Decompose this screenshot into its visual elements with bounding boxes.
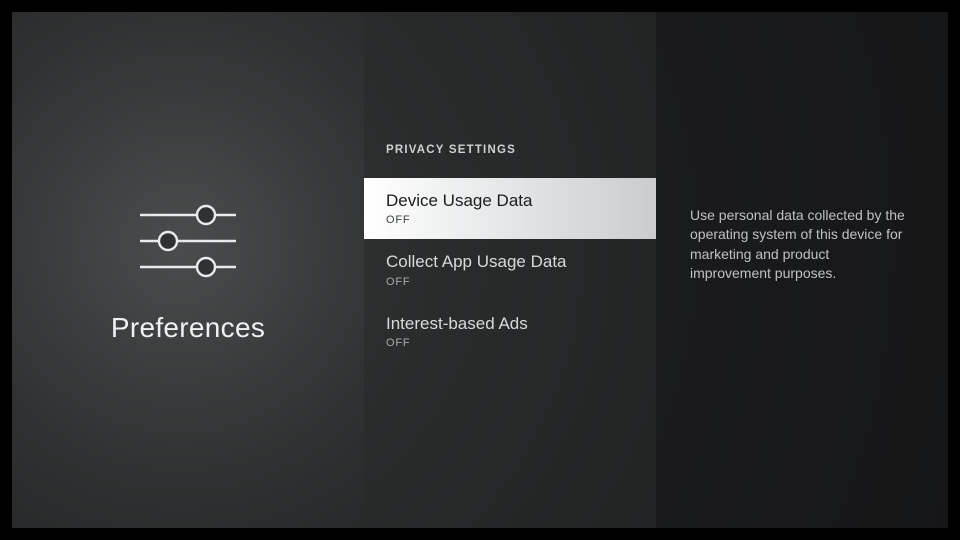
menu-item-title: Interest-based Ads (386, 313, 634, 334)
menu-item-collect-app-usage-data[interactable]: Collect App Usage Data OFF (364, 239, 656, 300)
description-panel: Use personal data collected by the opera… (656, 12, 948, 528)
menu-item-device-usage-data[interactable]: Device Usage Data OFF (364, 178, 656, 239)
menu-item-status: OFF (386, 276, 634, 288)
section-heading: PRIVACY SETTINGS (364, 144, 656, 178)
settings-list-panel: PRIVACY SETTINGS Device Usage Data OFF C… (364, 12, 656, 528)
settings-screen: Preferences PRIVACY SETTINGS Device Usag… (12, 12, 948, 528)
menu-item-status: OFF (386, 214, 634, 226)
menu-item-interest-based-ads[interactable]: Interest-based Ads OFF (364, 301, 656, 362)
left-panel: Preferences (12, 12, 364, 528)
menu-item-status: OFF (386, 337, 634, 349)
menu-item-title: Collect App Usage Data (386, 251, 634, 272)
sliders-icon (136, 202, 240, 280)
item-description: Use personal data collected by the opera… (690, 206, 910, 283)
menu-item-title: Device Usage Data (386, 190, 634, 211)
page-title: Preferences (111, 312, 265, 344)
